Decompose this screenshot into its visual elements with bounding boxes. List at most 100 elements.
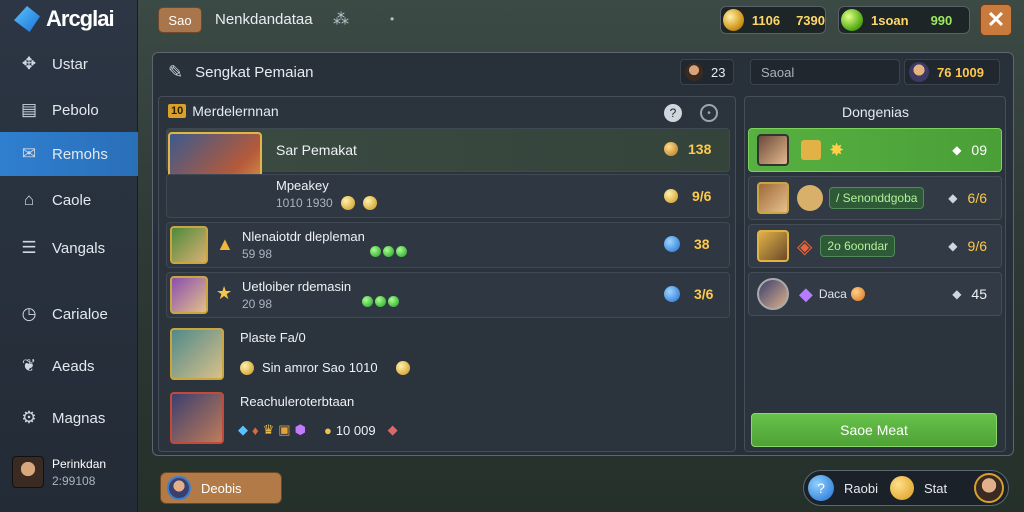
card-icon bbox=[801, 140, 821, 160]
settings-icon[interactable]: • bbox=[700, 104, 718, 122]
character-avatar[interactable] bbox=[170, 328, 224, 380]
sidebar-item-label: Vangals bbox=[52, 239, 106, 257]
gamepad-icon: ✥ bbox=[21, 54, 37, 73]
green-gem-icon bbox=[841, 9, 863, 31]
close-button[interactable]: ✕ bbox=[980, 4, 1012, 36]
bottom-left-button[interactable]: Deobis bbox=[160, 472, 282, 504]
reward-row[interactable]: ◆ Daca ◆ 45 bbox=[748, 272, 1002, 316]
green-gem-icon bbox=[388, 296, 399, 307]
character-avatar bbox=[757, 182, 789, 214]
coin-icon bbox=[850, 287, 865, 301]
sidebar-item-pebolo[interactable]: ▤ Pebolo bbox=[0, 88, 138, 132]
gem-orange-icon: ◈ bbox=[797, 235, 813, 258]
avatar[interactable] bbox=[974, 473, 1004, 503]
search-placeholder: Saoal bbox=[761, 64, 795, 80]
reward-pill: 2o 6oondar bbox=[820, 235, 896, 257]
blue-gem-icon bbox=[664, 236, 680, 252]
reward-text: Daca bbox=[818, 287, 847, 301]
diamond-icon: ◆ bbox=[952, 143, 962, 157]
gold-pile-icon: ✸ bbox=[829, 139, 845, 160]
gear-icon: ⚙ bbox=[21, 408, 37, 427]
panel-header: ✎ Sengkat Pemaian bbox=[168, 62, 314, 83]
reward-row[interactable]: / Senonddgoba ◆ 6/6 bbox=[748, 176, 1002, 220]
diamond-icon: ◆ bbox=[948, 239, 958, 253]
feather-icon: ✎ bbox=[168, 62, 184, 82]
score-badge[interactable]: 76 1009 bbox=[904, 59, 1000, 85]
row-sub: 1010 1930 bbox=[276, 196, 377, 210]
sidebar-item-magnas[interactable]: ⚙ Magnas bbox=[0, 396, 138, 440]
green-gem-icon bbox=[383, 246, 394, 257]
search-input[interactable]: Saoal bbox=[750, 59, 900, 85]
row-value: 138 bbox=[688, 141, 712, 157]
purple-gem-icon: ⬢ bbox=[294, 422, 306, 437]
reward-value: 45 bbox=[971, 286, 987, 302]
gold-amount: 1106 bbox=[751, 12, 781, 28]
page-title: Nenkdandataa bbox=[215, 11, 313, 28]
reward-row[interactable]: ◈ 2o 6oondar ◆ 9/6 bbox=[748, 224, 1002, 268]
sidebar-item-label: Magnas bbox=[52, 409, 106, 427]
sidebar-item-label: Ustar bbox=[52, 55, 88, 73]
avatar bbox=[12, 456, 44, 488]
row-sub: ◆ ♦ ♛ ▣ ⬢ ● 10 009 ◆ bbox=[238, 422, 398, 438]
row-sub: 59 98 bbox=[242, 247, 273, 261]
sidebar-item-label: Pebolo bbox=[52, 101, 99, 119]
app-logo[interactable]: Arcglai bbox=[14, 6, 115, 32]
character-avatar bbox=[757, 230, 789, 262]
row-name: Mpeakey bbox=[276, 178, 329, 193]
character-avatar bbox=[757, 134, 789, 166]
character-avatar bbox=[170, 276, 208, 314]
sparkle-icon[interactable]: ⁂ bbox=[333, 9, 349, 29]
profile-name: Perinkdan bbox=[52, 456, 107, 471]
sidebar-item-aeads[interactable]: ❦ Aeads bbox=[0, 344, 138, 388]
sidebar-item-label: Carialoe bbox=[52, 305, 108, 323]
bottom-right-label-1[interactable]: Raobi bbox=[844, 481, 878, 496]
rank-up-icon: ▲ bbox=[216, 234, 234, 254]
reward-pill-text: 2o 6oondar bbox=[827, 239, 889, 253]
home-icon: ⌂ bbox=[23, 190, 35, 209]
save-button[interactable]: Saoe Meat bbox=[751, 413, 997, 447]
gold-coin-icon[interactable] bbox=[889, 476, 914, 500]
gem-resource[interactable]: 1soan 990 bbox=[838, 6, 970, 34]
coin-icon bbox=[664, 189, 678, 203]
user-profile[interactable]: Perinkdan 2:99108 bbox=[12, 456, 106, 488]
coin-icon: ● bbox=[323, 422, 332, 438]
sidebar-item-remohs[interactable]: ✉ Remohs bbox=[0, 132, 138, 176]
reward-row[interactable]: ✸ ◆ 09 bbox=[748, 128, 1002, 172]
info-icon[interactable]: ? bbox=[664, 104, 682, 122]
avatar bbox=[167, 476, 191, 500]
player-count-value: 23 bbox=[711, 64, 726, 80]
gold-resource[interactable]: 1106 7390 bbox=[720, 6, 826, 34]
dot-icon: • bbox=[390, 12, 395, 26]
crystal-icon: ◆ bbox=[238, 422, 248, 437]
gem-row-icons bbox=[362, 294, 401, 312]
gem-row-icons bbox=[370, 244, 409, 262]
reward-value: 6/6 bbox=[967, 190, 987, 206]
info-icon[interactable]: ? bbox=[808, 475, 834, 501]
sidebar-item-label: Aeads bbox=[52, 357, 95, 375]
rewards-title: Dongenias bbox=[842, 104, 909, 120]
row-name: Nlenaiotdr dlepleman bbox=[242, 229, 365, 244]
green-gem-icon bbox=[375, 296, 386, 307]
character-avatar bbox=[170, 226, 208, 264]
character-avatar[interactable] bbox=[170, 392, 224, 444]
row-value-group: 138 bbox=[664, 141, 711, 157]
sidebar-item-caole[interactable]: ⌂ Caole bbox=[0, 178, 138, 222]
sidebar-item-ustar[interactable]: ✥ Ustar bbox=[0, 42, 138, 86]
reward-pill-text: / Senonddgoba bbox=[836, 191, 918, 205]
bottom-right-label-2[interactable]: Stat bbox=[924, 481, 947, 496]
tab-button[interactable]: Sao bbox=[158, 7, 202, 33]
coin-icon bbox=[340, 196, 355, 210]
character-avatar bbox=[757, 278, 789, 310]
player-count[interactable]: 23 bbox=[680, 59, 734, 85]
coin-icon bbox=[664, 142, 678, 156]
player-avatar-icon bbox=[685, 63, 703, 81]
bottom-left-label: Deobis bbox=[201, 480, 242, 496]
sidebar-item-carialoe[interactable]: ◷ Carialoe bbox=[0, 292, 138, 336]
gem-amount: 1soan bbox=[871, 12, 909, 28]
panel-title: Sengkat Pemaian bbox=[195, 64, 314, 81]
list-item[interactable] bbox=[166, 174, 730, 218]
list-icon: ☰ bbox=[21, 238, 37, 257]
bottom-right-bar: ? Raobi Stat bbox=[803, 470, 1009, 506]
sidebar-item-vangals[interactable]: ☰ Vangals bbox=[0, 226, 138, 270]
blue-gem-icon bbox=[664, 286, 680, 302]
